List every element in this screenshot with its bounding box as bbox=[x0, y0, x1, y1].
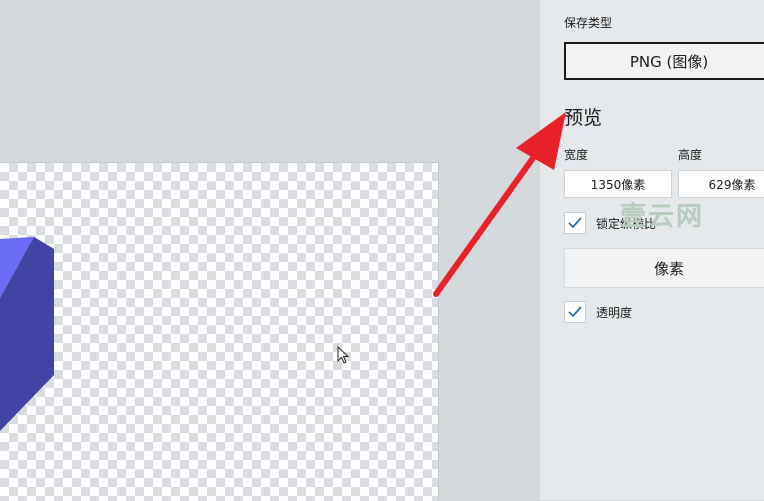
red-annotation-arrow bbox=[433, 112, 566, 297]
unit-select-button[interactable]: 像素 bbox=[564, 248, 764, 288]
save-type-select[interactable]: PNG (图像) bbox=[564, 42, 764, 80]
mouse-cursor-icon bbox=[337, 346, 350, 364]
height-input[interactable]: 629像素 bbox=[678, 170, 764, 198]
preview-canvas[interactable] bbox=[0, 162, 439, 501]
checkmark-icon bbox=[568, 306, 582, 318]
3d-cube-object[interactable] bbox=[0, 163, 60, 501]
transparency-checkbox[interactable] bbox=[564, 301, 586, 323]
transparency-row[interactable]: 透明度 bbox=[564, 301, 632, 323]
transparency-label: 透明度 bbox=[596, 305, 633, 320]
width-input[interactable]: 1350像素 bbox=[564, 170, 672, 198]
watermark-text: 壹云网 bbox=[620, 202, 705, 232]
height-label: 高度 bbox=[678, 148, 703, 162]
save-type-label: 保存类型 bbox=[564, 16, 613, 30]
